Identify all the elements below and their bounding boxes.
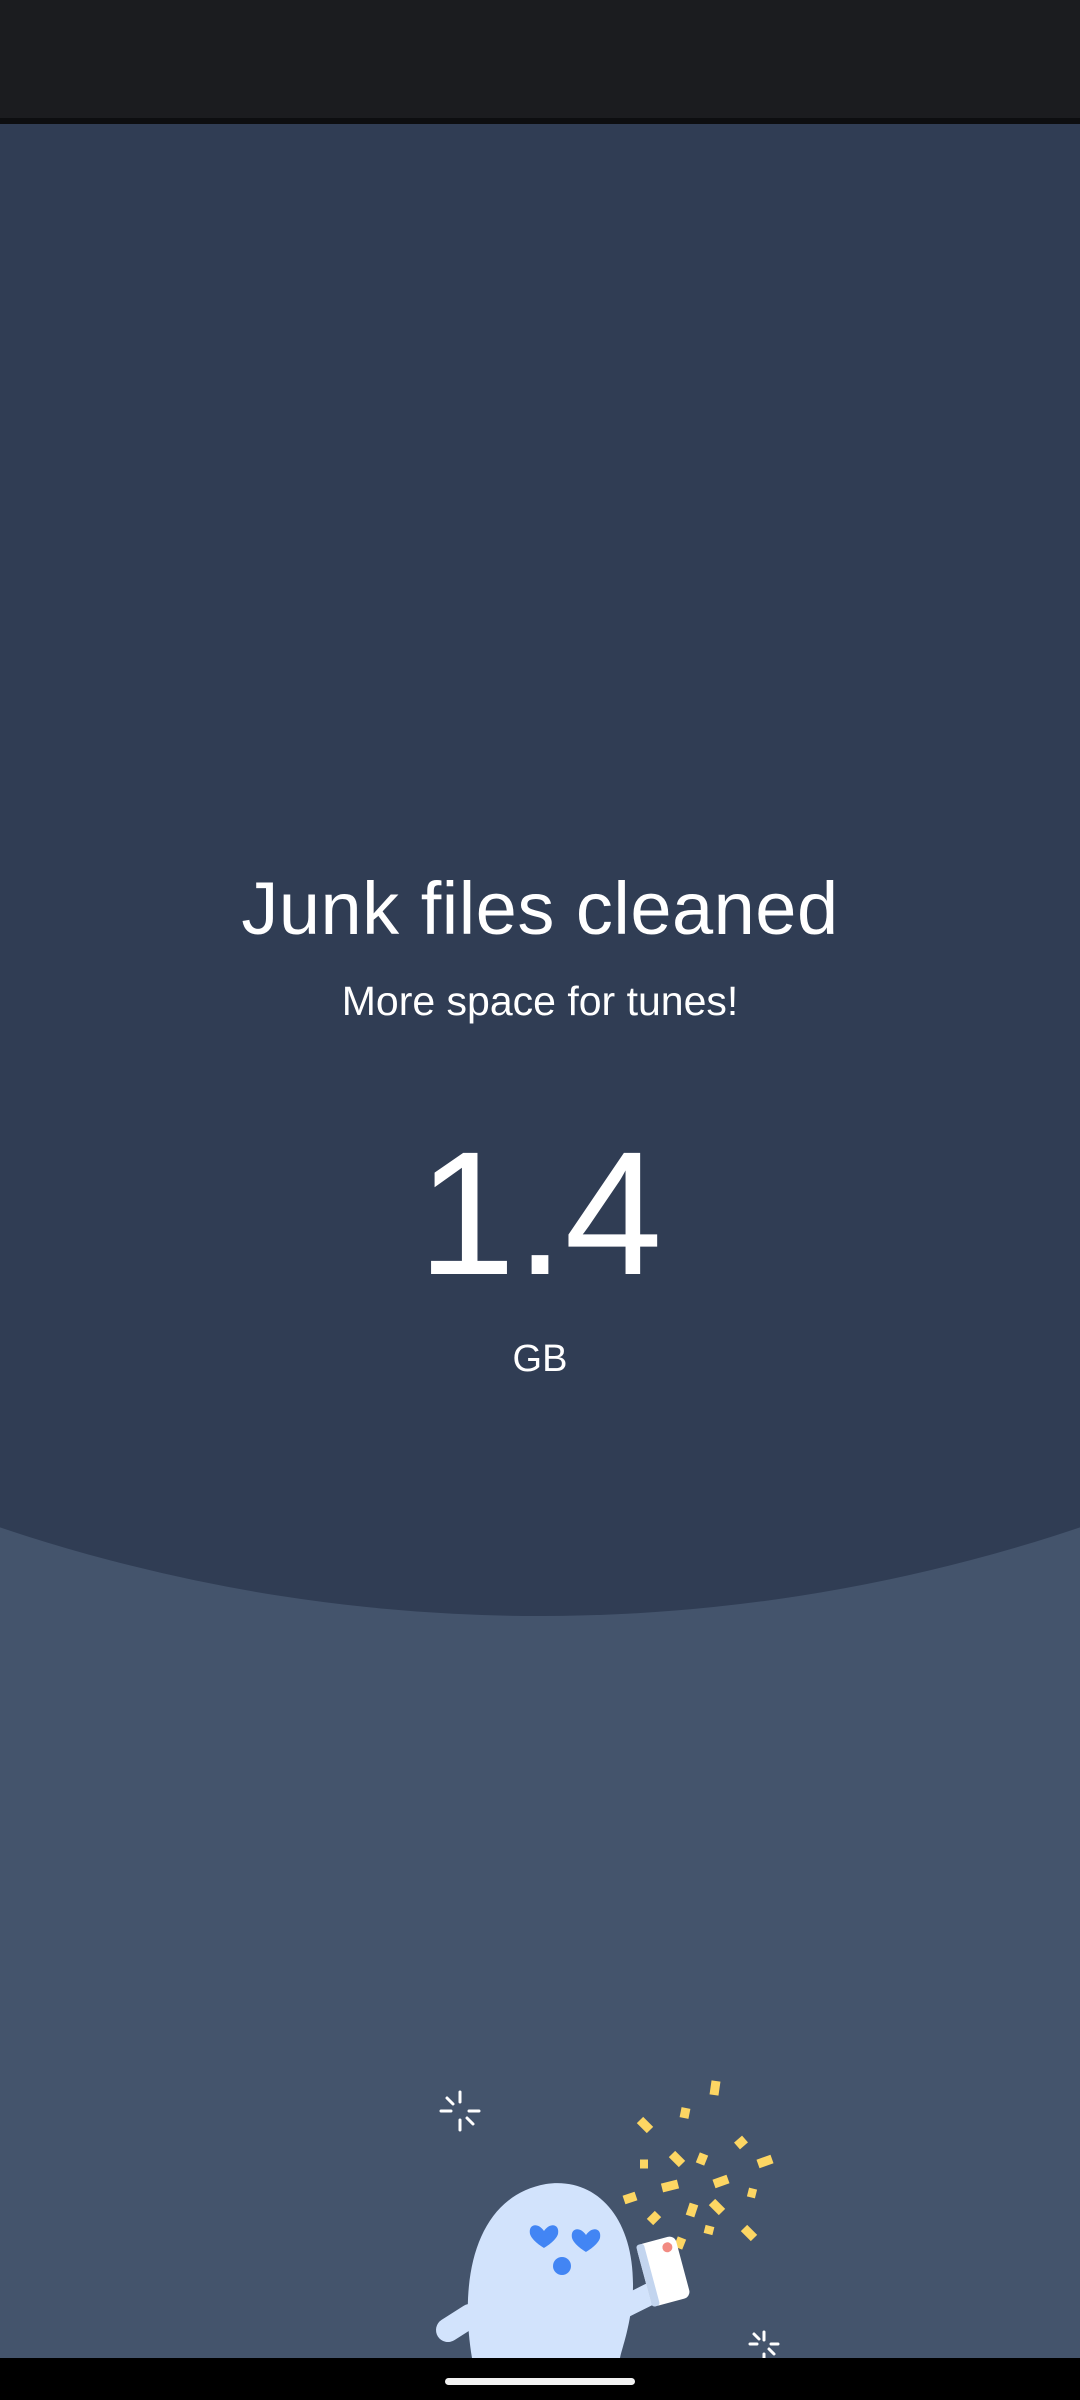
screen: Junk files cleaned More space for tunes!… [0, 0, 1080, 2400]
status-bar [0, 0, 1080, 118]
sparkle-icon [748, 2330, 780, 2358]
cleanup-result-screen: Junk files cleaned More space for tunes!… [0, 124, 1080, 2358]
celebration-illustration [436, 2080, 780, 2358]
confetti-burst [622, 2080, 774, 2250]
home-indicator[interactable] [445, 2378, 635, 2385]
freed-space-amount: 1.4 [417, 1116, 663, 1312]
result-title: Junk files cleaned [241, 867, 839, 950]
result-subtitle: More space for tunes! [341, 978, 739, 1024]
sparkle-icon [439, 2090, 481, 2132]
mascot [436, 2183, 671, 2358]
freed-space-unit: GB [512, 1338, 568, 1380]
